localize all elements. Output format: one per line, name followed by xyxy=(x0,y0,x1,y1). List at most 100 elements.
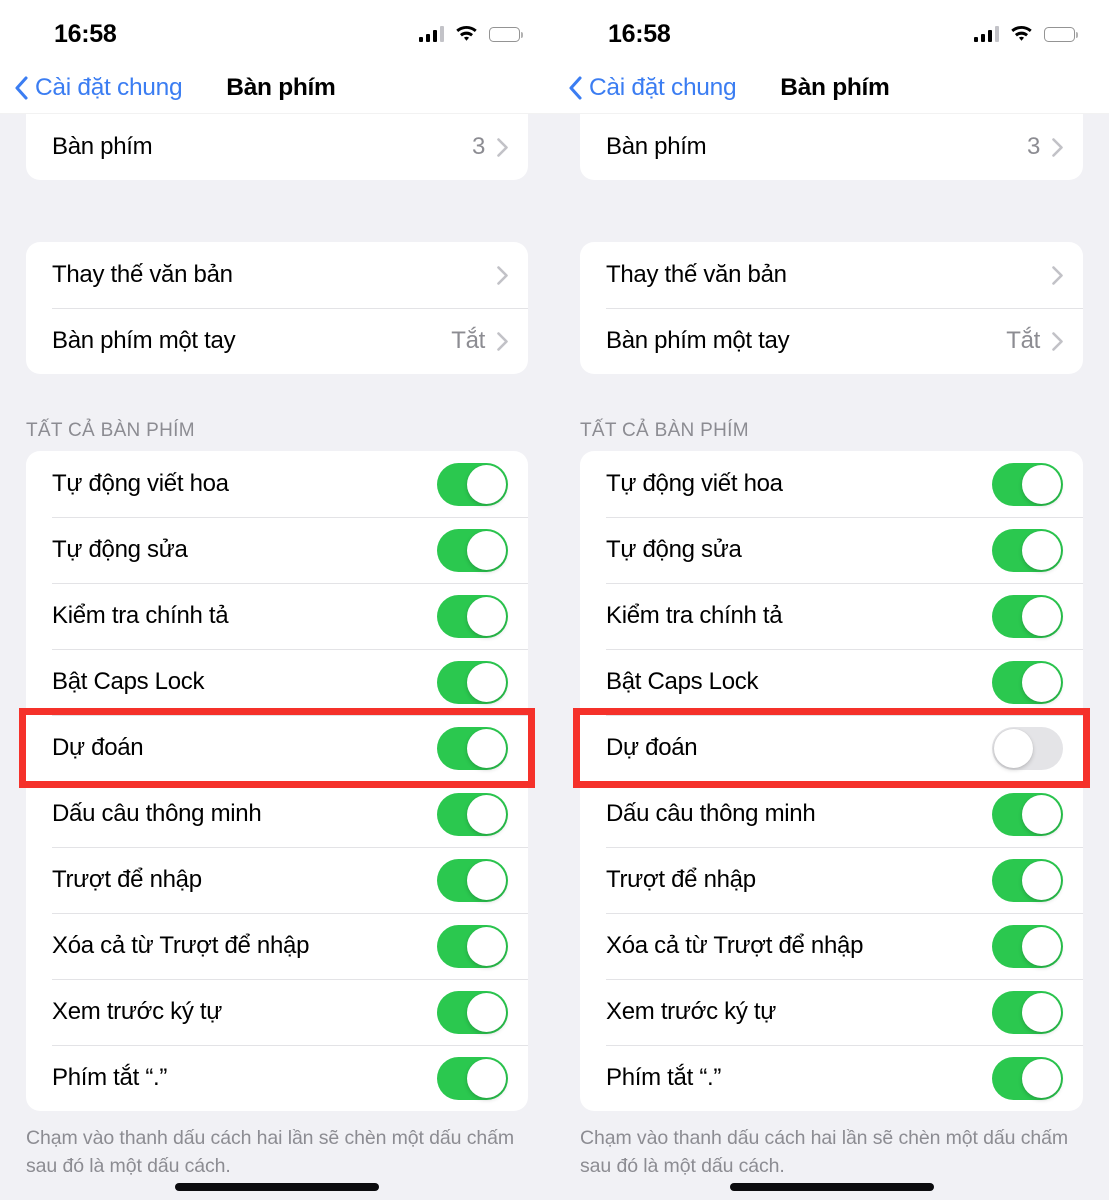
toggle-row-label: Tự động sửa xyxy=(606,536,742,563)
toggle-row[interactable]: Xóa cả từ Trượt để nhập xyxy=(580,913,1083,979)
toggle-row[interactable]: Trượt để nhập xyxy=(26,847,528,913)
settings-scroll-area[interactable]: Bàn phím 3 Thay thế văn bản Bàn phím một t… xyxy=(554,114,1109,1200)
toggle-switch[interactable] xyxy=(992,726,1063,770)
section-footer-text: Chạm vào thanh dấu cách hai lần sẽ chèn … xyxy=(26,1127,515,1177)
toggle-row[interactable]: Tự động viết hoa xyxy=(26,451,528,517)
settings-row[interactable]: Bàn phím 3 xyxy=(580,114,1083,180)
settings-row[interactable]: Bàn phím 3 xyxy=(26,114,528,180)
toggle-row-label: Trượt để nhập xyxy=(606,866,756,893)
toggle-row-label: Tự động viết hoa xyxy=(606,470,783,497)
toggle-knob xyxy=(1022,860,1061,900)
toggle-knob xyxy=(467,662,506,702)
toggle-knob xyxy=(467,728,506,768)
toggle-knob xyxy=(994,728,1033,768)
chevron-left-icon xyxy=(568,75,582,100)
toggle-switch[interactable] xyxy=(437,528,508,572)
iphone-screen-right: 16:58 Cài đặt chung Bàn phím Bàn phím 3 … xyxy=(554,0,1109,1200)
toggle-switch[interactable] xyxy=(992,594,1063,638)
toggle-row-label: Tự động sửa xyxy=(52,536,188,563)
toggle-switch[interactable] xyxy=(992,1056,1063,1100)
toggle-switch[interactable] xyxy=(437,726,508,770)
toggle-row[interactable]: Dự đoán xyxy=(580,715,1083,781)
section-header-all-keyboards: TẤT CẢ BÀN PHÍM xyxy=(580,420,749,441)
back-button[interactable]: Cài đặt chung xyxy=(568,74,737,102)
toggle-row[interactable]: Phím tắt “.” xyxy=(580,1045,1083,1111)
toggle-knob xyxy=(467,992,506,1032)
toggle-switch[interactable] xyxy=(437,990,508,1034)
toggle-row[interactable]: Xem trước ký tự xyxy=(580,979,1083,1045)
toggle-knob xyxy=(1022,596,1061,636)
toggle-switch[interactable] xyxy=(437,594,508,638)
toggle-switch[interactable] xyxy=(992,792,1063,836)
toggle-switch[interactable] xyxy=(992,858,1063,902)
toggle-row[interactable]: Kiểm tra chính tả xyxy=(580,583,1083,649)
toggle-row[interactable]: Phím tắt “.” xyxy=(26,1045,528,1111)
toggle-knob xyxy=(467,860,506,900)
toggle-switch[interactable] xyxy=(992,660,1063,704)
toggle-switch[interactable] xyxy=(992,462,1063,506)
home-indicator xyxy=(729,1183,934,1191)
toggle-row[interactable]: Bật Caps Lock xyxy=(26,649,528,715)
settings-row[interactable]: Bàn phím một tay Tắt xyxy=(580,308,1083,374)
toggle-knob xyxy=(1022,662,1061,702)
toggle-row[interactable]: Bật Caps Lock xyxy=(580,649,1083,715)
toggle-switch[interactable] xyxy=(992,528,1063,572)
toggle-switch[interactable] xyxy=(992,990,1063,1034)
settings-row-value: Tắt xyxy=(451,327,485,354)
toggle-switch[interactable] xyxy=(437,792,508,836)
toggle-row[interactable]: Dấu câu thông minh xyxy=(26,781,528,847)
toggle-knob xyxy=(467,596,506,636)
toggle-row[interactable]: Dự đoán xyxy=(26,715,528,781)
toggle-knob xyxy=(467,1058,506,1098)
dual-screenshot-comparison: 16:58 Cài đặt chung Bàn phím Bàn phím 3 … xyxy=(0,0,1109,1200)
toggle-row[interactable]: Tự động sửa xyxy=(580,517,1083,583)
settings-row-label: Bàn phím xyxy=(606,133,707,160)
settings-scroll-area[interactable]: Bàn phím 3 Thay thế văn bản Bàn phím một t… xyxy=(0,114,554,1200)
status-bar-time: 16:58 xyxy=(608,19,671,48)
toggle-switch[interactable] xyxy=(992,924,1063,968)
chevron-right-icon xyxy=(497,265,508,285)
back-button-label: Cài đặt chung xyxy=(35,73,183,101)
toggle-switch[interactable] xyxy=(437,462,508,506)
back-button[interactable]: Cài đặt chung xyxy=(14,73,183,102)
toggle-row[interactable]: Tự động sửa xyxy=(26,517,528,583)
settings-row-label: Thay thế văn bản xyxy=(52,261,233,288)
toggle-row[interactable]: Xóa cả từ Trượt để nhập xyxy=(26,913,528,979)
page-title: Bàn phím xyxy=(780,73,890,101)
toggle-switch[interactable] xyxy=(437,924,508,968)
toggle-row-label: Tự động viết hoa xyxy=(52,470,229,497)
toggle-switch[interactable] xyxy=(437,660,508,704)
toggle-knob xyxy=(1022,794,1061,834)
chevron-left-icon xyxy=(14,75,28,100)
toggle-knob xyxy=(1022,464,1061,504)
toggle-switch[interactable] xyxy=(437,1056,508,1100)
status-bar-time: 16:58 xyxy=(54,19,117,48)
settings-row-label: Thay thế văn bản xyxy=(606,261,787,288)
settings-row[interactable]: Thay thế văn bản xyxy=(26,242,528,308)
settings-row-label: Bàn phím một tay xyxy=(52,327,236,354)
toggle-switch[interactable] xyxy=(437,858,508,902)
keyboards-group-card: Bàn phím 3 xyxy=(580,114,1083,180)
toggle-row[interactable]: Trượt để nhập xyxy=(580,847,1083,913)
navigation-bar: Cài đặt chung Bàn phím xyxy=(0,62,554,114)
toggle-knob xyxy=(1022,926,1061,966)
toggle-knob xyxy=(467,794,506,834)
settings-row-value: 3 xyxy=(471,133,485,160)
toggle-row-label: Dự đoán xyxy=(606,734,698,761)
settings-row[interactable]: Bàn phím một tay Tắt xyxy=(26,308,528,374)
cellular-bars-icon xyxy=(973,26,999,42)
settings-row[interactable]: Thay thế văn bản xyxy=(580,242,1083,308)
toggle-row[interactable]: Kiểm tra chính tả xyxy=(26,583,528,649)
text-options-group-card: Thay thế văn bản Bàn phím một tay Tắt xyxy=(26,242,528,374)
status-bar: 16:58 xyxy=(0,0,554,62)
home-indicator xyxy=(175,1183,379,1191)
toggle-knob xyxy=(1022,1058,1061,1098)
toggle-knob xyxy=(467,464,506,504)
toggle-row-label: Dấu câu thông minh xyxy=(606,800,816,827)
toggle-row[interactable]: Dấu câu thông minh xyxy=(580,781,1083,847)
toggle-row[interactable]: Xem trước ký tự xyxy=(26,979,528,1045)
toggle-row[interactable]: Tự động viết hoa xyxy=(580,451,1083,517)
